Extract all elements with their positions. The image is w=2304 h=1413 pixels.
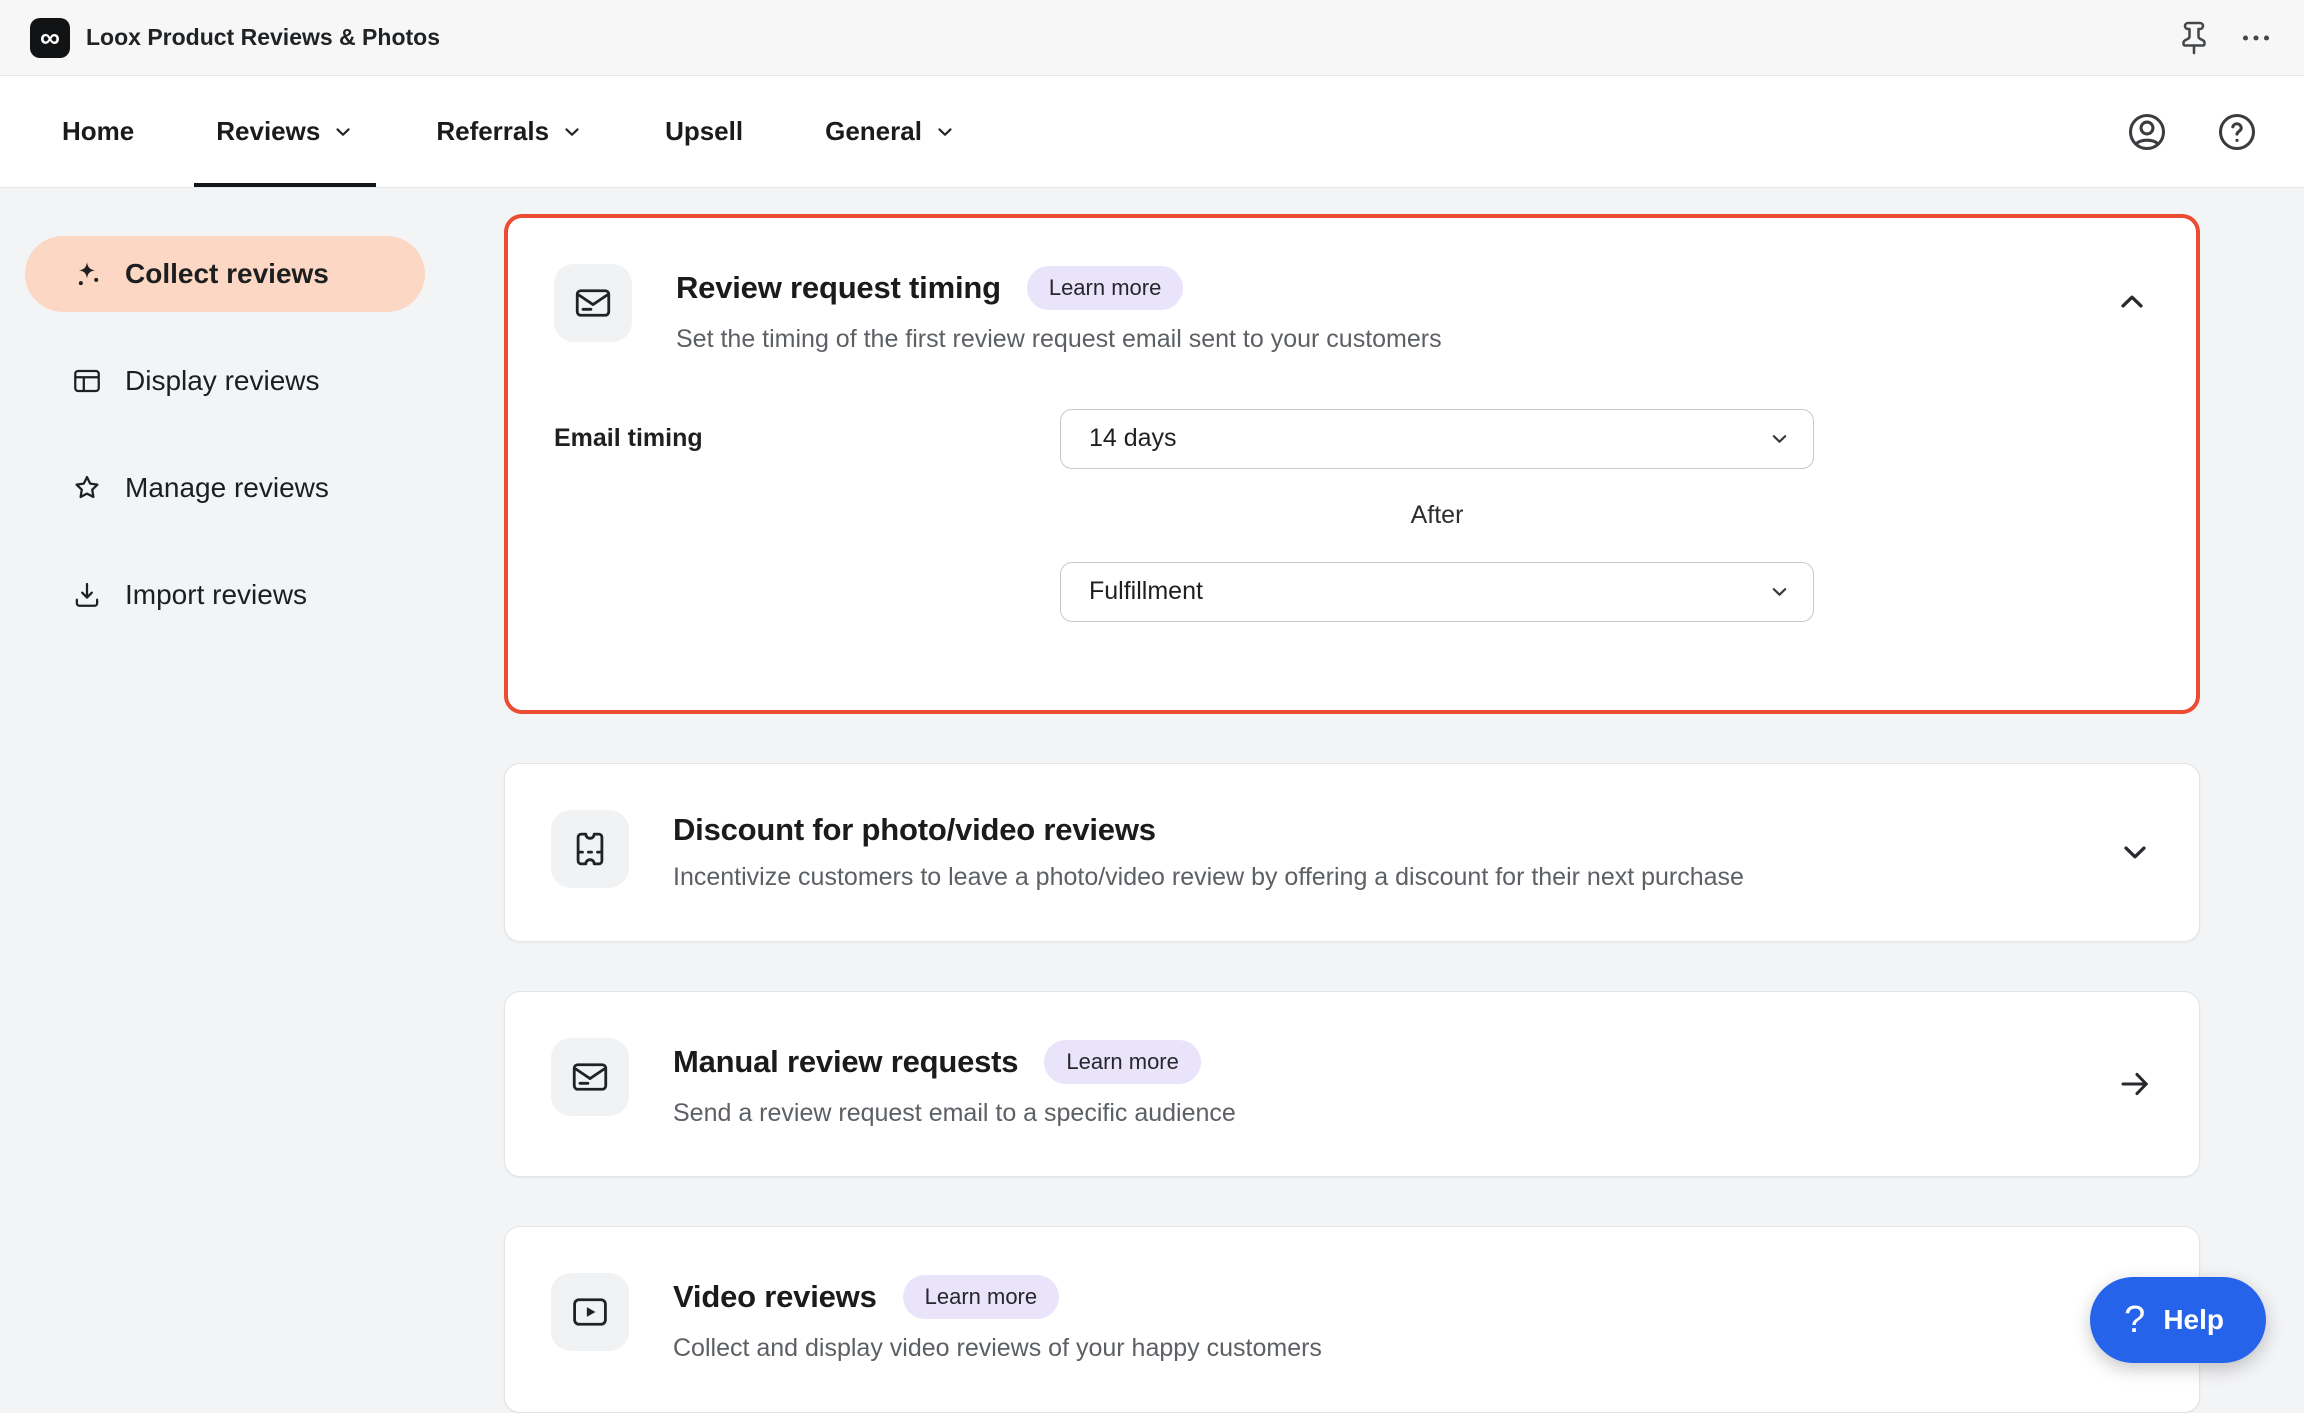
nav-item-general[interactable]: General <box>803 76 978 187</box>
import-icon <box>71 579 103 611</box>
chevron-down-icon <box>332 121 354 143</box>
nav-label: Upsell <box>665 116 743 147</box>
chevron-down-icon <box>934 121 956 143</box>
card-text: Review request timing Learn more Set the… <box>676 264 2070 357</box>
card-title: Manual review requests <box>673 1044 1018 1080</box>
sidebar-item-label: Display reviews <box>125 365 320 397</box>
email-timing-form: Email timing 14 days After Fulfillment <box>508 357 2196 710</box>
help-fab-button[interactable]: ? Help <box>2090 1277 2266 1363</box>
card-discount-photo-video: Discount for photo/video reviews Incenti… <box>504 763 2200 942</box>
video-icon <box>551 1273 629 1351</box>
card-manual-review-requests: Manual review requests Learn more Send a… <box>504 991 2200 1178</box>
card-text: Discount for photo/video reviews Incenti… <box>673 810 2073 895</box>
main-content: Review request timing Learn more Set the… <box>470 188 2304 1394</box>
chevron-up-icon <box>2114 284 2150 320</box>
main-nav: Home Reviews Referrals Upsell General <box>0 76 2304 188</box>
after-connector-label: After <box>1060 495 1814 536</box>
sparkle-icon <box>71 258 103 290</box>
topbar-left: ∞ Loox Product Reviews & Photos <box>30 18 440 58</box>
help-circle-icon[interactable] <box>2214 109 2260 155</box>
card-header: Manual review requests Learn more Send a… <box>505 992 2199 1177</box>
loox-logo-icon: ∞ <box>30 18 70 58</box>
sidebar-item-import-reviews[interactable]: Import reviews <box>25 557 425 633</box>
topbar-actions <box>2176 20 2274 56</box>
learn-more-badge[interactable]: Learn more <box>1027 266 1184 310</box>
sidebar-item-collect-reviews[interactable]: Collect reviews <box>25 236 425 312</box>
mail-icon <box>551 1038 629 1116</box>
nav-item-upsell[interactable]: Upsell <box>643 76 765 187</box>
browser-window-icon <box>71 365 103 397</box>
form-controls: 14 days After Fulfillment <box>1060 409 1814 622</box>
card-header: Discount for photo/video reviews Incenti… <box>505 764 2199 941</box>
topbar: ∞ Loox Product Reviews & Photos <box>0 0 2304 76</box>
arrow-right-icon <box>2117 1066 2153 1102</box>
card-review-request-timing: Review request timing Learn more Set the… <box>504 214 2200 714</box>
app-title: Loox Product Reviews & Photos <box>86 24 440 51</box>
sidebar-item-label: Manage reviews <box>125 472 329 504</box>
sidebar-item-display-reviews[interactable]: Display reviews <box>25 343 425 419</box>
learn-more-badge[interactable]: Learn more <box>1044 1040 1201 1084</box>
card-header: Review request timing Learn more Set the… <box>508 218 2196 357</box>
card-description: Send a review request email to a specifi… <box>673 1097 2073 1131</box>
card-description: Incentivize customers to leave a photo/v… <box>673 861 2073 895</box>
expand-card-button[interactable] <box>2117 834 2153 870</box>
account-icon[interactable] <box>2124 109 2170 155</box>
star-icon <box>71 472 103 504</box>
mail-icon <box>554 264 632 342</box>
card-header: Video reviews Learn more Collect and dis… <box>505 1227 2199 1412</box>
nav-item-reviews[interactable]: Reviews <box>194 76 376 187</box>
card-text: Manual review requests Learn more Send a… <box>673 1038 2073 1131</box>
sidebar-item-manage-reviews[interactable]: Manage reviews <box>25 450 425 526</box>
open-card-button[interactable] <box>2117 1066 2153 1102</box>
learn-more-badge[interactable]: Learn more <box>903 1275 1060 1319</box>
card-video-reviews: Video reviews Learn more Collect and dis… <box>504 1226 2200 1413</box>
card-description: Set the timing of the first review reque… <box>676 323 2070 357</box>
card-description: Collect and display video reviews of you… <box>673 1332 2153 1366</box>
select-value: 14 days <box>1089 424 1177 453</box>
nav-label: Referrals <box>436 116 549 147</box>
chevron-down-icon <box>2117 834 2153 870</box>
pin-icon[interactable] <box>2176 20 2212 56</box>
card-title: Discount for photo/video reviews <box>673 812 1156 848</box>
nav-items: Home Reviews Referrals Upsell General <box>40 76 978 187</box>
trigger-event-select[interactable]: Fulfillment <box>1060 562 1814 622</box>
nav-right-actions <box>2124 76 2260 187</box>
sidebar-item-label: Collect reviews <box>125 258 329 290</box>
nav-item-referrals[interactable]: Referrals <box>414 76 605 187</box>
sidebar-item-label: Import reviews <box>125 579 307 611</box>
card-text: Video reviews Learn more Collect and dis… <box>673 1273 2153 1366</box>
card-title: Review request timing <box>676 270 1001 306</box>
select-value: Fulfillment <box>1089 577 1203 606</box>
card-title: Video reviews <box>673 1279 877 1315</box>
email-timing-select[interactable]: 14 days <box>1060 409 1814 469</box>
nav-label: General <box>825 116 922 147</box>
loox-logo-glyph: ∞ <box>40 24 60 52</box>
chevron-down-icon <box>1766 578 1793 605</box>
page-body: Collect reviews Display reviews Manage r… <box>0 188 2304 1394</box>
chevron-down-icon <box>561 121 583 143</box>
help-fab-label: Help <box>2163 1304 2224 1336</box>
chevron-down-icon <box>1766 425 1793 452</box>
question-mark-icon: ? <box>2124 1301 2145 1339</box>
nav-item-home[interactable]: Home <box>40 76 156 187</box>
collapse-card-button[interactable] <box>2114 284 2150 320</box>
more-menu-icon[interactable] <box>2238 20 2274 56</box>
nav-label: Home <box>62 116 134 147</box>
sidebar: Collect reviews Display reviews Manage r… <box>0 188 470 1394</box>
nav-label: Reviews <box>216 116 320 147</box>
email-timing-label: Email timing <box>554 409 1060 622</box>
ticket-icon <box>551 810 629 888</box>
